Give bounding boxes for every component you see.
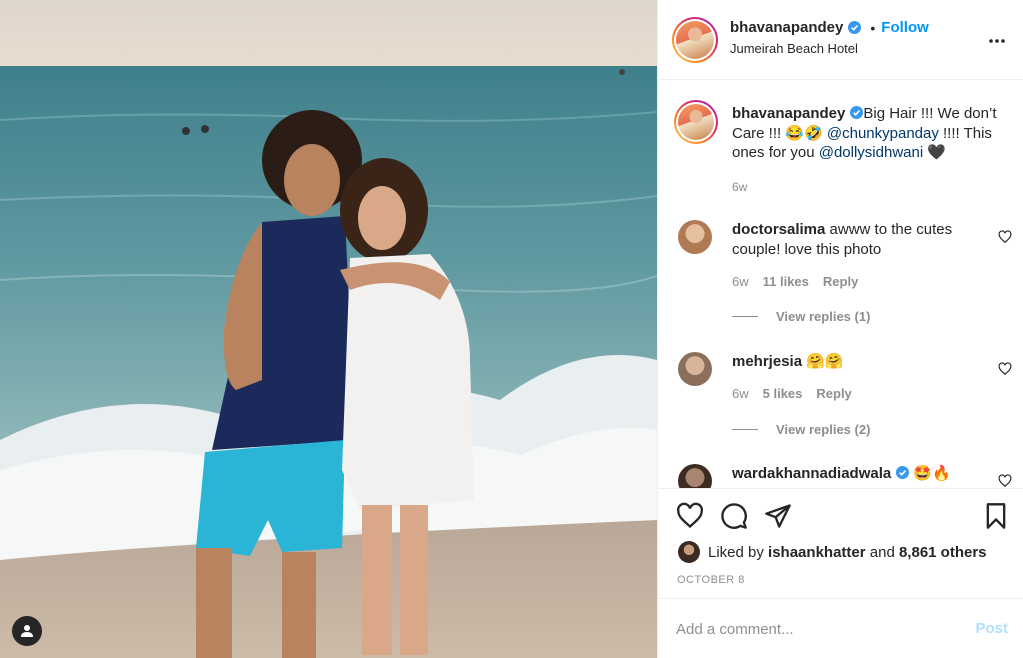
- view-replies-button[interactable]: View replies (1): [732, 309, 870, 324]
- save-bookmark-icon[interactable]: [982, 502, 1010, 530]
- tagged-users-button[interactable]: [12, 616, 42, 646]
- comment-likes[interactable]: 11 likes: [763, 274, 809, 289]
- caption-timestamp[interactable]: 6w: [732, 180, 747, 194]
- caption-text-part3: 🖤: [923, 144, 947, 161]
- liked-by-and: and: [869, 543, 895, 561]
- verified-badge-icon: [850, 106, 864, 119]
- commenter-avatar[interactable]: [678, 220, 712, 254]
- reply-button[interactable]: Reply: [823, 274, 858, 289]
- comment-timestamp[interactable]: 6w: [732, 274, 749, 289]
- user-icon: [21, 625, 33, 637]
- commenter-username[interactable]: mehrjesia: [732, 353, 802, 370]
- mention-link[interactable]: @chunkypanday: [827, 125, 939, 142]
- caption-avatar[interactable]: [674, 100, 718, 144]
- comment-body: 🤗🤗: [802, 353, 844, 370]
- liker-avatar[interactable]: [678, 541, 700, 563]
- mention-link[interactable]: @dollysidhwani: [819, 144, 923, 161]
- commenter-username[interactable]: wardakhannadiadwala: [732, 465, 891, 482]
- reply-button[interactable]: Reply: [816, 386, 851, 401]
- more-options-button[interactable]: [987, 31, 1007, 51]
- comment-timestamp[interactable]: 6w: [732, 386, 749, 401]
- caption-username[interactable]: bhavanapandey: [732, 105, 845, 122]
- post-date[interactable]: OCTOBER 8: [677, 574, 745, 586]
- verified-badge-icon: [896, 466, 910, 479]
- liked-by-prefix: Liked by: [708, 543, 764, 561]
- like-comment-heart-icon[interactable]: [998, 474, 1012, 488]
- view-replies-label: View replies (2): [776, 422, 871, 437]
- commenter-avatar[interactable]: [678, 352, 712, 386]
- commenter-avatar[interactable]: [678, 464, 712, 488]
- comment-text: wardakhannadiadwala 🤩🔥: [732, 464, 1002, 484]
- like-comment-heart-icon[interactable]: [998, 362, 1012, 376]
- liked-by-others-link[interactable]: 8,861 others: [899, 544, 987, 561]
- comment-meta: 6w 11 likes Reply: [732, 274, 858, 289]
- post-comment-button[interactable]: Post: [975, 620, 1008, 637]
- author-avatar[interactable]: [672, 17, 718, 63]
- view-replies-label: View replies (1): [776, 309, 871, 324]
- comment-body: 🤩🔥: [909, 465, 951, 482]
- comment-meta: 6w 5 likes Reply: [732, 386, 852, 401]
- view-replies-button[interactable]: View replies (2): [732, 422, 870, 437]
- separator-dot: •: [870, 19, 876, 36]
- add-comment-bar: Post: [658, 598, 1023, 658]
- liker-username[interactable]: ishaankhatter: [768, 544, 866, 561]
- follow-button[interactable]: Follow: [881, 19, 929, 36]
- post-header: bhavanapandey • Follow Jumeirah Beach Ho…: [658, 0, 1023, 80]
- post-details-panel: bhavanapandey • Follow Jumeirah Beach Ho…: [657, 0, 1023, 658]
- commenter-username[interactable]: doctorsalima: [732, 221, 825, 238]
- liked-by-summary: Liked by ishaankhatter and 8,861 others: [678, 541, 987, 563]
- beach-photo-illustration: [0, 0, 657, 658]
- author-username[interactable]: bhavanapandey: [730, 19, 843, 36]
- comment-text: doctorsalima awww to the cutes couple! l…: [732, 220, 972, 260]
- comment-bubble-icon[interactable]: [720, 502, 748, 530]
- comment-text: mehrjesia 🤗🤗: [732, 352, 972, 372]
- verified-badge-icon: [848, 21, 862, 34]
- post-photo[interactable]: [0, 0, 657, 658]
- comment-likes[interactable]: 5 likes: [763, 386, 803, 401]
- like-comment-heart-icon[interactable]: [998, 230, 1012, 244]
- comment-input[interactable]: [676, 617, 956, 641]
- share-paper-plane-icon[interactable]: [764, 502, 792, 530]
- comments-list[interactable]: bhavanapandey Big Hair !!! We don’t Care …: [658, 80, 1023, 488]
- post-actions: Liked by ishaankhatter and 8,861 others …: [658, 488, 1023, 598]
- caption-text: bhavanapandey Big Hair !!! We don’t Care …: [732, 104, 1002, 163]
- more-horizontal-icon: [989, 39, 1005, 43]
- like-heart-icon[interactable]: [676, 502, 704, 530]
- location-link[interactable]: Jumeirah Beach Hotel: [730, 41, 929, 56]
